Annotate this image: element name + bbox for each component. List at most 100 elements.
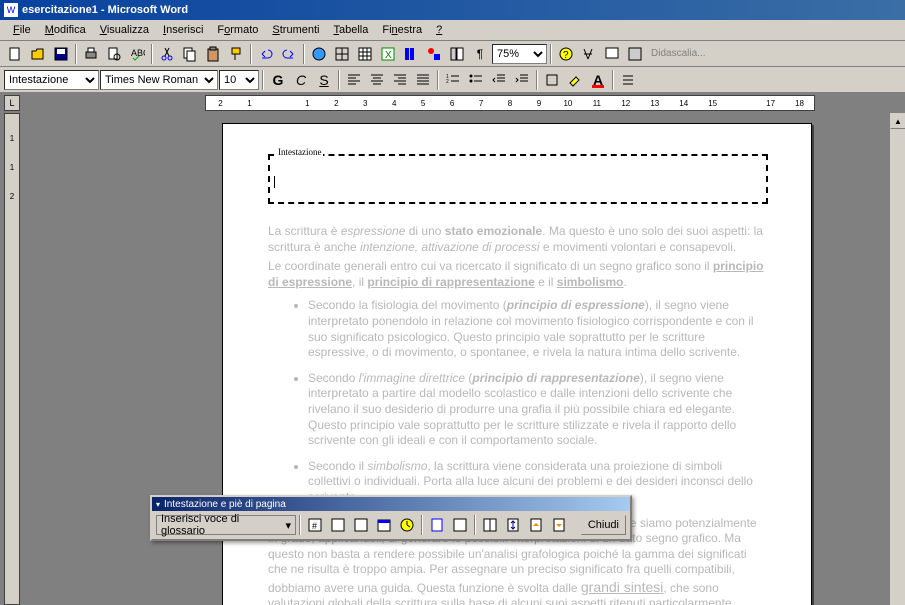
separator — [338, 70, 340, 90]
svg-text:?: ? — [563, 50, 569, 61]
columns-button[interactable] — [400, 43, 422, 65]
show-next-button[interactable] — [548, 514, 570, 536]
document-body: La scrittura è espressione di uno stato … — [268, 224, 768, 605]
open-button[interactable] — [27, 43, 49, 65]
cut-button[interactable] — [156, 43, 178, 65]
help-button[interactable]: ? — [555, 43, 577, 65]
num-pages-button[interactable] — [327, 514, 349, 536]
borders-button[interactable] — [541, 69, 563, 91]
bullet-list-button[interactable] — [465, 69, 487, 91]
switch-header-footer-button[interactable] — [502, 514, 524, 536]
redo-button[interactable] — [278, 43, 300, 65]
menu-help[interactable]: ? — [429, 22, 449, 38]
scroll-up-button[interactable]: ▲ — [890, 113, 905, 129]
paste-button[interactable] — [202, 43, 224, 65]
app-icon: W — [4, 3, 18, 17]
tables-borders-button[interactable] — [331, 43, 353, 65]
menu-tabella[interactable]: Tabella — [326, 22, 375, 38]
separator — [303, 44, 305, 64]
separator — [612, 70, 614, 90]
menu-visualizza[interactable]: Visualizza — [93, 22, 156, 38]
highlight-button[interactable] — [564, 69, 586, 91]
svg-text:#: # — [312, 521, 317, 531]
toolbar-titlebar[interactable]: ▾ Intestazione e piè di pagina — [152, 497, 630, 511]
close-button[interactable]: Chiudi — [581, 515, 626, 535]
header-edit-area[interactable]: Intestazione — [268, 154, 768, 204]
separator — [75, 44, 77, 64]
menu-file[interactable]: File — [6, 22, 38, 38]
copy-button[interactable] — [179, 43, 201, 65]
titlebar: W esercitazione1 - Microsoft Word — [0, 0, 905, 20]
zoom-combo[interactable]: 75% — [492, 44, 547, 64]
window-title: esercitazione1 - Microsoft Word — [22, 4, 188, 16]
font-size-combo[interactable]: 10 — [219, 70, 259, 90]
page-number-button[interactable]: # — [304, 514, 326, 536]
paragraph-2: Le coordinate generali entro cui va rice… — [268, 259, 768, 290]
excel-button[interactable]: X — [377, 43, 399, 65]
standard-toolbar: ABC X ¶ 75% ? Didascalia... — [0, 41, 905, 67]
style-combo[interactable]: Intestazione — [4, 70, 99, 90]
menu-formato[interactable]: Formato — [210, 22, 265, 38]
menubar: File Modifica Visualizza Inserisci Forma… — [0, 20, 905, 41]
didascalia-label[interactable]: Didascalia... — [647, 48, 709, 59]
menu-strumenti[interactable]: Strumenti — [265, 22, 326, 38]
workspace: 1 1 2 Intestazione La scrittura è espres… — [0, 113, 905, 605]
menu-inserisci[interactable]: Inserisci — [156, 22, 210, 38]
list-item: Secondo la fisiologia del movimento (pri… — [308, 298, 768, 360]
hyperlink-button[interactable] — [308, 43, 330, 65]
vertical-ruler[interactable]: 1 1 2 — [4, 113, 20, 605]
show-previous-button[interactable] — [525, 514, 547, 536]
show-hide-button[interactable]: ¶ — [469, 43, 491, 65]
line-spacing-button[interactable] — [617, 69, 639, 91]
menu-finestra[interactable]: Finestra — [375, 22, 429, 38]
align-left-button[interactable] — [343, 69, 365, 91]
show-hide-text-button[interactable] — [449, 514, 471, 536]
same-as-previous-button[interactable] — [479, 514, 501, 536]
separator — [536, 70, 538, 90]
zoom-button[interactable] — [601, 43, 623, 65]
tab-selector[interactable]: L — [4, 95, 20, 111]
list-item: Secondo l'immagine direttrice (principio… — [308, 371, 768, 449]
separator — [474, 515, 476, 535]
date-button[interactable] — [373, 514, 395, 536]
undo-button[interactable] — [255, 43, 277, 65]
align-right-button[interactable] — [389, 69, 411, 91]
page-setup-button[interactable] — [426, 514, 448, 536]
insert-table-button[interactable] — [354, 43, 376, 65]
italic-button[interactable]: C — [290, 69, 312, 91]
format-painter-button[interactable] — [225, 43, 247, 65]
horizontal-ruler[interactable]: 2 1 1 2 3 4 5 6 7 8 9 10 11 12 13 14 15 … — [205, 95, 815, 111]
glossary-combo[interactable]: Inserisci voce di glossario ▾ — [156, 515, 296, 535]
bold-button[interactable]: G — [267, 69, 289, 91]
insert-frame-button[interactable] — [624, 43, 646, 65]
spellcheck-button[interactable]: ABC — [126, 43, 148, 65]
separator — [550, 44, 552, 64]
header-footer-toolbar[interactable]: ▾ Intestazione e piè di pagina Inserisci… — [150, 495, 632, 541]
document-map-button[interactable] — [446, 43, 468, 65]
print-button[interactable] — [80, 43, 102, 65]
separator — [250, 44, 252, 64]
font-combo[interactable]: Times New Roman — [100, 70, 218, 90]
align-center-button[interactable] — [366, 69, 388, 91]
drawing-button[interactable] — [423, 43, 445, 65]
numbered-list-button[interactable]: 12 — [442, 69, 464, 91]
save-button[interactable] — [50, 43, 72, 65]
new-doc-button[interactable] — [4, 43, 26, 65]
find-button[interactable] — [578, 43, 600, 65]
menu-modifica[interactable]: Modifica — [38, 22, 93, 38]
print-preview-button[interactable] — [103, 43, 125, 65]
separator — [437, 70, 439, 90]
separator — [262, 70, 264, 90]
time-button[interactable] — [396, 514, 418, 536]
vertical-scrollbar[interactable]: ▲ — [889, 113, 905, 605]
toolbar-body: Inserisci voce di glossario ▾ # Chiudi — [152, 511, 630, 539]
decrease-indent-button[interactable] — [488, 69, 510, 91]
increase-indent-button[interactable] — [511, 69, 533, 91]
justify-button[interactable] — [412, 69, 434, 91]
separator — [299, 515, 301, 535]
format-page-number-button[interactable] — [350, 514, 372, 536]
underline-button[interactable]: S — [313, 69, 335, 91]
font-color-button[interactable]: A — [587, 69, 609, 91]
svg-text:2: 2 — [446, 79, 449, 85]
ruler-area: L 2 1 1 2 3 4 5 6 7 8 9 10 11 12 13 14 1… — [0, 93, 905, 113]
